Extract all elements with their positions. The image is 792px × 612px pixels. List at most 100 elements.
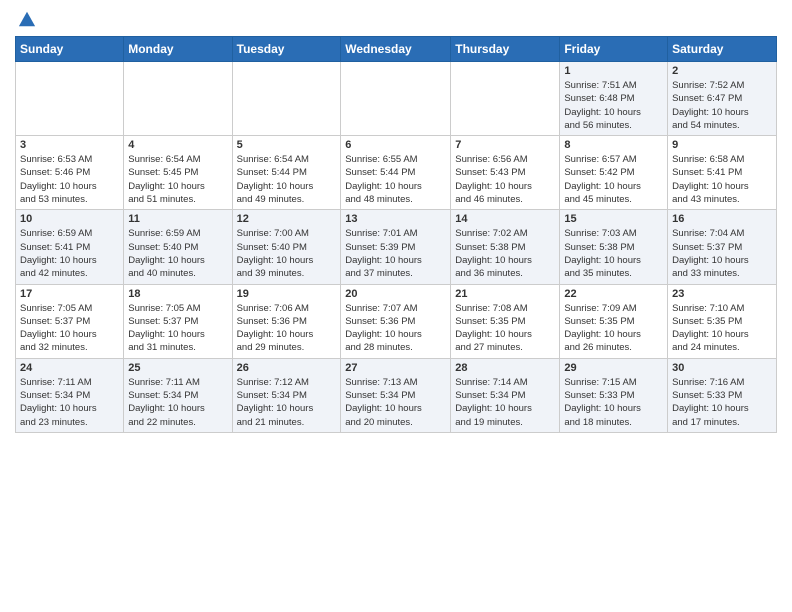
day-info: Sunrise: 7:11 AM Sunset: 5:34 PM Dayligh… [20, 376, 119, 429]
day-number: 30 [672, 362, 772, 374]
day-number: 29 [564, 362, 663, 374]
day-info: Sunrise: 7:06 AM Sunset: 5:36 PM Dayligh… [237, 302, 337, 355]
day-number: 5 [237, 139, 337, 151]
day-number: 22 [564, 288, 663, 300]
day-info: Sunrise: 7:07 AM Sunset: 5:36 PM Dayligh… [345, 302, 446, 355]
day-cell: 4 Sunrise: 6:54 AM Sunset: 5:45 PM Daylig… [124, 136, 232, 210]
day-cell [451, 62, 560, 136]
day-number: 15 [564, 213, 663, 225]
weekday-header-sunday: Sunday [16, 37, 124, 62]
day-number: 16 [672, 213, 772, 225]
day-info: Sunrise: 7:04 AM Sunset: 5:37 PM Dayligh… [672, 227, 772, 280]
logo-text [15, 10, 36, 28]
day-info: Sunrise: 6:57 AM Sunset: 5:42 PM Dayligh… [564, 153, 663, 206]
day-cell [341, 62, 451, 136]
day-cell: 10 Sunrise: 6:59 AM Sunset: 5:41 PM Dayli… [16, 210, 124, 284]
day-cell: 26Sunrise: 7:12 AM Sunset: 5:34 PM Dayli… [232, 358, 341, 432]
day-cell: 19 Sunrise: 7:06 AM Sunset: 5:36 PM Dayli… [232, 284, 341, 358]
day-info: Sunrise: 7:01 AM Sunset: 5:39 PM Dayligh… [345, 227, 446, 280]
weekday-header-row: SundayMondayTuesdayWednesdayThursdayFrid… [16, 37, 777, 62]
day-number: 27 [345, 362, 446, 374]
day-info: Sunrise: 7:16 AM Sunset: 5:33 PM Dayligh… [672, 376, 772, 429]
week-row-4: 17 Sunrise: 7:05 AM Sunset: 5:37 PM Dayli… [16, 284, 777, 358]
day-number: 12 [237, 213, 337, 225]
day-cell: 16 Sunrise: 7:04 AM Sunset: 5:37 PM Dayli… [668, 210, 777, 284]
header [15, 10, 777, 28]
day-cell: 22Sunrise: 7:09 AM Sunset: 5:35 PM Dayli… [560, 284, 668, 358]
day-cell: 17 Sunrise: 7:05 AM Sunset: 5:37 PM Dayli… [16, 284, 124, 358]
day-info: Sunrise: 7:14 AM Sunset: 5:34 PM Dayligh… [455, 376, 555, 429]
day-cell: 3 Sunrise: 6:53 AM Sunset: 5:46 PM Daylig… [16, 136, 124, 210]
day-cell: 13 Sunrise: 7:01 AM Sunset: 5:39 PM Dayli… [341, 210, 451, 284]
day-cell: 28 Sunrise: 7:14 AM Sunset: 5:34 PM Dayli… [451, 358, 560, 432]
day-info: Sunrise: 6:54 AM Sunset: 5:45 PM Dayligh… [128, 153, 227, 206]
weekday-header-thursday: Thursday [451, 37, 560, 62]
page: SundayMondayTuesdayWednesdayThursdayFrid… [0, 0, 792, 612]
day-info: Sunrise: 7:05 AM Sunset: 5:37 PM Dayligh… [128, 302, 227, 355]
day-cell: 29 Sunrise: 7:15 AM Sunset: 5:33 PM Dayli… [560, 358, 668, 432]
day-info: Sunrise: 6:58 AM Sunset: 5:41 PM Dayligh… [672, 153, 772, 206]
day-number: 3 [20, 139, 119, 151]
week-row-2: 3 Sunrise: 6:53 AM Sunset: 5:46 PM Daylig… [16, 136, 777, 210]
day-cell: 2Sunrise: 7:52 AM Sunset: 6:47 PM Daylig… [668, 62, 777, 136]
day-info: Sunrise: 7:52 AM Sunset: 6:47 PM Dayligh… [672, 79, 772, 132]
day-number: 17 [20, 288, 119, 300]
day-cell [124, 62, 232, 136]
day-number: 28 [455, 362, 555, 374]
day-info: Sunrise: 7:12 AM Sunset: 5:34 PM Dayligh… [237, 376, 337, 429]
day-cell: 7Sunrise: 6:56 AM Sunset: 5:43 PM Daylig… [451, 136, 560, 210]
day-number: 18 [128, 288, 227, 300]
week-row-1: 1Sunrise: 7:51 AM Sunset: 6:48 PM Daylig… [16, 62, 777, 136]
day-info: Sunrise: 6:54 AM Sunset: 5:44 PM Dayligh… [237, 153, 337, 206]
day-info: Sunrise: 7:08 AM Sunset: 5:35 PM Dayligh… [455, 302, 555, 355]
day-number: 24 [20, 362, 119, 374]
weekday-header-wednesday: Wednesday [341, 37, 451, 62]
day-cell: 25 Sunrise: 7:11 AM Sunset: 5:34 PM Dayli… [124, 358, 232, 432]
day-info: Sunrise: 7:00 AM Sunset: 5:40 PM Dayligh… [237, 227, 337, 280]
day-cell: 15 Sunrise: 7:03 AM Sunset: 5:38 PM Dayli… [560, 210, 668, 284]
day-cell: 30 Sunrise: 7:16 AM Sunset: 5:33 PM Dayli… [668, 358, 777, 432]
day-number: 10 [20, 213, 119, 225]
day-number: 21 [455, 288, 555, 300]
day-number: 6 [345, 139, 446, 151]
day-cell: 24 Sunrise: 7:11 AM Sunset: 5:34 PM Dayli… [16, 358, 124, 432]
day-cell: 9Sunrise: 6:58 AM Sunset: 5:41 PM Daylig… [668, 136, 777, 210]
weekday-header-friday: Friday [560, 37, 668, 62]
day-cell: 18 Sunrise: 7:05 AM Sunset: 5:37 PM Dayli… [124, 284, 232, 358]
day-info: Sunrise: 7:15 AM Sunset: 5:33 PM Dayligh… [564, 376, 663, 429]
day-info: Sunrise: 7:05 AM Sunset: 5:37 PM Dayligh… [20, 302, 119, 355]
day-info: Sunrise: 7:10 AM Sunset: 5:35 PM Dayligh… [672, 302, 772, 355]
logo-icon [18, 10, 36, 28]
day-cell: 6Sunrise: 6:55 AM Sunset: 5:44 PM Daylig… [341, 136, 451, 210]
weekday-header-saturday: Saturday [668, 37, 777, 62]
day-info: Sunrise: 7:13 AM Sunset: 5:34 PM Dayligh… [345, 376, 446, 429]
day-info: Sunrise: 7:02 AM Sunset: 5:38 PM Dayligh… [455, 227, 555, 280]
logo [15, 10, 36, 28]
day-number: 19 [237, 288, 337, 300]
weekday-header-tuesday: Tuesday [232, 37, 341, 62]
day-cell: 1Sunrise: 7:51 AM Sunset: 6:48 PM Daylig… [560, 62, 668, 136]
weekday-header-monday: Monday [124, 37, 232, 62]
day-info: Sunrise: 6:56 AM Sunset: 5:43 PM Dayligh… [455, 153, 555, 206]
day-cell: 5 Sunrise: 6:54 AM Sunset: 5:44 PM Daylig… [232, 136, 341, 210]
day-cell: 11Sunrise: 6:59 AM Sunset: 5:40 PM Dayli… [124, 210, 232, 284]
week-row-5: 24 Sunrise: 7:11 AM Sunset: 5:34 PM Dayli… [16, 358, 777, 432]
calendar: SundayMondayTuesdayWednesdayThursdayFrid… [15, 36, 777, 433]
day-number: 13 [345, 213, 446, 225]
day-info: Sunrise: 7:11 AM Sunset: 5:34 PM Dayligh… [128, 376, 227, 429]
day-info: Sunrise: 6:53 AM Sunset: 5:46 PM Dayligh… [20, 153, 119, 206]
day-info: Sunrise: 7:03 AM Sunset: 5:38 PM Dayligh… [564, 227, 663, 280]
day-number: 20 [345, 288, 446, 300]
day-number: 25 [128, 362, 227, 374]
day-cell: 21 Sunrise: 7:08 AM Sunset: 5:35 PM Dayli… [451, 284, 560, 358]
day-number: 11 [128, 213, 227, 225]
day-number: 4 [128, 139, 227, 151]
day-cell [16, 62, 124, 136]
day-number: 8 [564, 139, 663, 151]
day-cell: 27 Sunrise: 7:13 AM Sunset: 5:34 PM Dayli… [341, 358, 451, 432]
day-info: Sunrise: 6:59 AM Sunset: 5:41 PM Dayligh… [20, 227, 119, 280]
day-info: Sunrise: 7:51 AM Sunset: 6:48 PM Dayligh… [564, 79, 663, 132]
day-cell: 20 Sunrise: 7:07 AM Sunset: 5:36 PM Dayli… [341, 284, 451, 358]
day-cell: 14Sunrise: 7:02 AM Sunset: 5:38 PM Dayli… [451, 210, 560, 284]
day-cell: 12 Sunrise: 7:00 AM Sunset: 5:40 PM Dayli… [232, 210, 341, 284]
